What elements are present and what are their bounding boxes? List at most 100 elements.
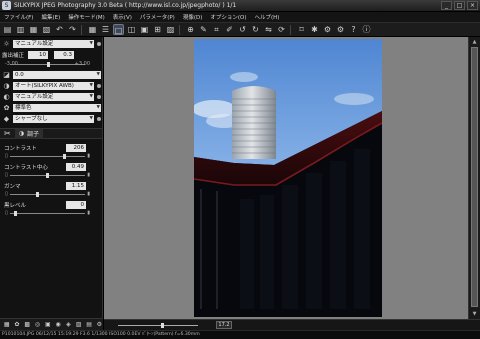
- undo-icon[interactable]: ↶: [54, 24, 65, 35]
- sharpness-select[interactable]: マニュアル設定: [13, 93, 94, 101]
- exposure-value2-input[interactable]: 0.3: [54, 51, 75, 59]
- menu-develop[interactable]: 現像(D): [179, 13, 207, 21]
- gamma-input[interactable]: 1.15: [66, 182, 86, 190]
- menu-parameter[interactable]: パラメータ(P): [136, 13, 179, 21]
- tab-tools[interactable]: ✂: [0, 129, 15, 139]
- wb-mode-select[interactable]: オート(SILKYPIX AWB): [13, 82, 94, 90]
- minimize-button[interactable]: _: [441, 1, 452, 10]
- compare-view-icon[interactable]: ◫: [126, 24, 137, 35]
- lens-icon[interactable]: ◎: [34, 320, 41, 329]
- wb-value-row: ◪ 0.0: [2, 70, 101, 80]
- info-icon[interactable]: ⓘ: [361, 24, 372, 35]
- slider-track: [10, 194, 85, 195]
- vignette-icon[interactable]: ◉: [54, 320, 61, 329]
- tag-icon[interactable]: ⌑: [296, 24, 307, 35]
- wb-dot-button[interactable]: [97, 84, 101, 88]
- rotate-right-icon[interactable]: ↻: [250, 24, 261, 35]
- exposure-value-input[interactable]: 10: [28, 51, 49, 59]
- slider-lo-icon: ▯: [5, 210, 8, 216]
- black-level-label: 黒レベル: [4, 203, 27, 209]
- grid-view-icon[interactable]: ▦: [87, 24, 98, 35]
- preview-photo[interactable]: [194, 39, 382, 317]
- tab-tone[interactable]: ◑ 調子: [14, 128, 43, 139]
- contrast-center-param: コントラスト中心 0.49: [4, 163, 86, 171]
- single-view-icon[interactable]: □: [113, 24, 124, 35]
- zoom-thumb[interactable]: [161, 322, 164, 328]
- gamma-label: ガンマ: [4, 184, 21, 190]
- black-level-input[interactable]: 0: [66, 201, 86, 209]
- mark-icon[interactable]: ✱: [309, 24, 320, 35]
- contrast-slider[interactable]: ▯ ▮: [5, 153, 90, 160]
- flip-icon[interactable]: ⇋: [263, 24, 274, 35]
- scroll-down-icon[interactable]: ▼: [470, 310, 479, 318]
- list-view-icon[interactable]: ☰: [100, 24, 111, 35]
- slider-thumb[interactable]: [13, 211, 17, 216]
- tone-curve-icon[interactable]: ▨: [75, 320, 82, 329]
- histogram-icon[interactable]: ▩: [24, 320, 31, 329]
- slider-thumb[interactable]: [62, 154, 66, 159]
- toolbar-divider: [290, 24, 291, 35]
- menu-help[interactable]: ヘルプ(H): [250, 13, 283, 21]
- menu-edit[interactable]: 編集(E): [37, 13, 64, 21]
- sharp-icon: ◆: [3, 114, 10, 123]
- redo-icon[interactable]: ↷: [67, 24, 78, 35]
- exposure-slider[interactable]: -3.00 +3.00: [5, 61, 90, 68]
- menu-view[interactable]: 表示(V): [109, 13, 136, 21]
- slider-thumb[interactable]: [36, 192, 40, 197]
- hatch-view-icon[interactable]: ▨: [165, 24, 176, 35]
- open-file-icon[interactable]: ▥: [15, 24, 26, 35]
- menu-bar: ファイル(F) 編集(E) 操作モード(M) 表示(V) パラメータ(P) 現像…: [0, 12, 480, 23]
- slider-thumb[interactable]: [45, 173, 49, 178]
- split-view-icon[interactable]: ⊞: [152, 24, 163, 35]
- help-icon[interactable]: ?: [348, 24, 359, 35]
- develop-icon[interactable]: ⚙: [322, 24, 333, 35]
- menu-file[interactable]: ファイル(F): [0, 13, 37, 21]
- zoom-icon[interactable]: ⊕: [185, 24, 196, 35]
- sharp-select[interactable]: シャープなし: [13, 115, 94, 123]
- zoom-value[interactable]: 17.2: [216, 321, 232, 329]
- color-select[interactable]: 標準色: [13, 104, 101, 112]
- sharp-dot-button[interactable]: [97, 117, 101, 121]
- sharp-row: ◆ シャープなし: [2, 114, 101, 124]
- menu-option[interactable]: オプション(O): [206, 13, 250, 21]
- zoom-slider[interactable]: [118, 322, 198, 329]
- preset-dot-button[interactable]: [97, 42, 101, 46]
- rotate-free-icon[interactable]: ⟳: [276, 24, 287, 35]
- slider-lo-icon: ▯: [5, 153, 8, 159]
- fullscreen-icon[interactable]: ▣: [139, 24, 150, 35]
- color-wheel-icon[interactable]: ✿: [13, 320, 20, 329]
- contrast-icon: ◑: [3, 81, 10, 90]
- image-viewer[interactable]: [104, 37, 468, 319]
- settings-icon[interactable]: ⚙: [96, 320, 103, 329]
- sharpness-dot-button[interactable]: [97, 95, 101, 99]
- slider-thumb[interactable]: [46, 62, 50, 67]
- contrast-center-input[interactable]: 0.49: [66, 163, 86, 171]
- vertical-scrollbar[interactable]: ▲ ▼: [468, 37, 480, 319]
- sharpen-icon[interactable]: ◈: [65, 320, 72, 329]
- contrast-center-label: コントラスト中心: [4, 165, 48, 171]
- develop-all-icon[interactable]: ⚙: [335, 24, 346, 35]
- scroll-thumb[interactable]: [471, 47, 478, 307]
- open-folder-icon[interactable]: ▤: [2, 24, 13, 35]
- thumb-grid-icon[interactable]: ▦: [3, 320, 10, 329]
- wb-value-select[interactable]: 0.0: [13, 71, 101, 79]
- scroll-up-icon[interactable]: ▲: [470, 38, 479, 46]
- crop-icon[interactable]: ⌗: [211, 24, 222, 35]
- contrast-center-slider[interactable]: ▯ ▮: [5, 172, 90, 179]
- close-button[interactable]: ×: [467, 1, 478, 10]
- rotate-left-icon[interactable]: ↺: [237, 24, 248, 35]
- preset-select[interactable]: マニュアル設定: [13, 40, 94, 48]
- gamma-slider[interactable]: ▯ ▮: [5, 191, 90, 198]
- menu-mode[interactable]: 操作モード(M): [64, 13, 109, 21]
- black-level-slider[interactable]: ▯ ▮: [5, 210, 90, 217]
- contrast-input[interactable]: 206: [66, 144, 86, 152]
- gamma-param: ガンマ 1.15: [4, 182, 86, 190]
- levels-icon[interactable]: ▤: [85, 320, 92, 329]
- pencil-icon[interactable]: ✐: [224, 24, 235, 35]
- print-icon[interactable]: ▧: [41, 24, 52, 35]
- wb-picker-icon[interactable]: ✎: [198, 24, 209, 35]
- slider-lo-icon: ▯: [5, 191, 8, 197]
- noise-icon[interactable]: ▣: [44, 320, 51, 329]
- save-icon[interactable]: ▦: [28, 24, 39, 35]
- maximize-button[interactable]: □: [454, 1, 465, 10]
